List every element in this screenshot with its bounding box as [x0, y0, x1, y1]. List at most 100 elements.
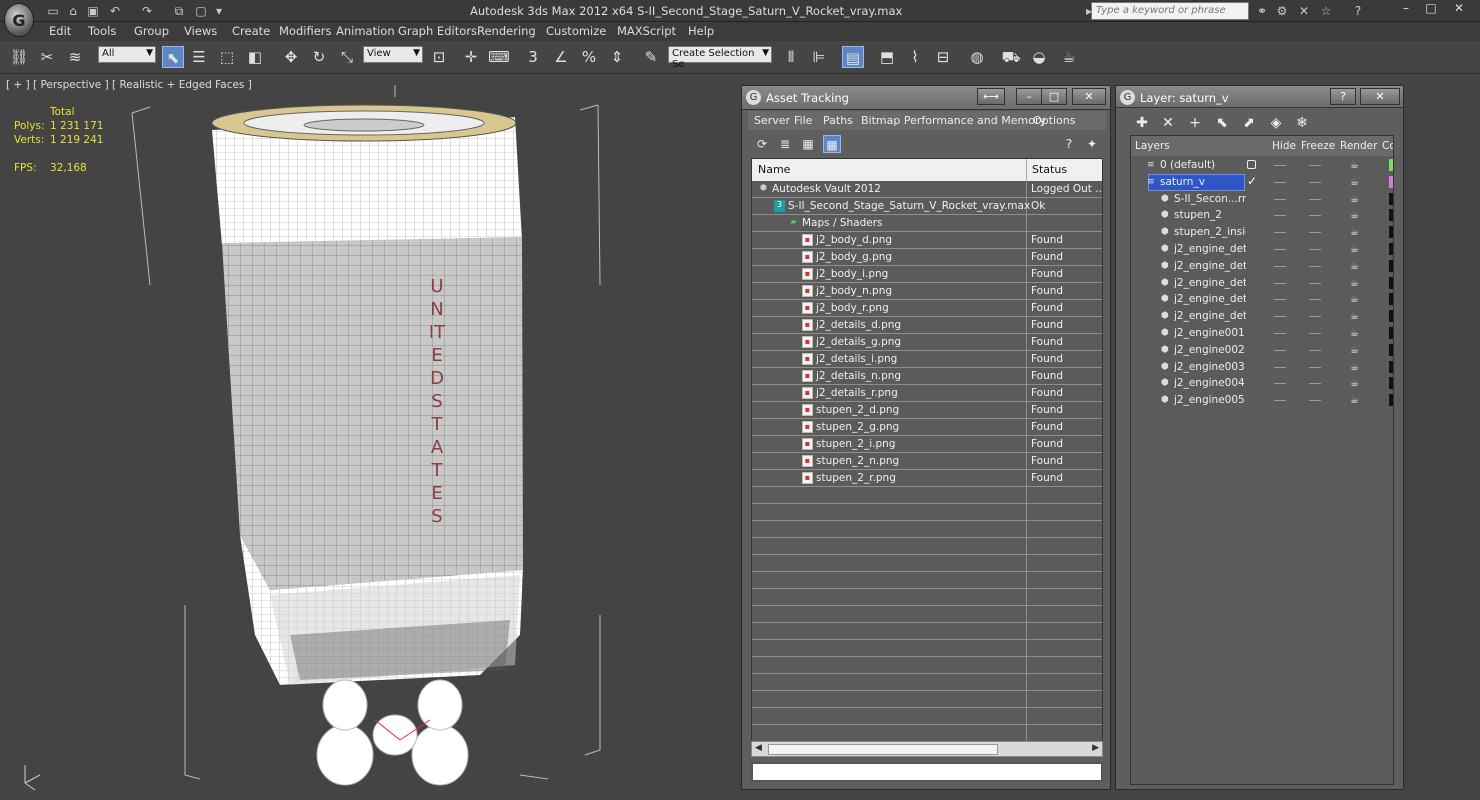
asset-row[interactable]: ▪ stupen_2_n.png Found — [752, 453, 1102, 470]
close-icon[interactable]: ✕ — [1448, 0, 1470, 16]
layer-name[interactable]: j2_engine005 — [1174, 394, 1246, 406]
layer-row[interactable]: ⬢ S-II_Secon...rn_ ☕ — [1131, 191, 1393, 208]
render-teapot-icon[interactable]: ☕ — [1350, 345, 1359, 356]
menu-graph-editors[interactable]: Graph Editors — [398, 24, 477, 38]
unlink-icon[interactable]: ✂ — [36, 46, 58, 68]
percent-snap-icon[interactable]: % — [578, 46, 600, 68]
asset-tracking-titlebar[interactable]: G Asset Tracking ⟷ – □ ✕ — [742, 86, 1110, 110]
asset-row[interactable] — [752, 640, 1102, 657]
create-new-layer-icon[interactable]: ✚ — [1132, 113, 1152, 133]
render-teapot-icon[interactable]: ☕ — [1350, 160, 1359, 171]
asset-row[interactable] — [752, 504, 1102, 521]
asset-row[interactable] — [752, 691, 1102, 708]
layer-row[interactable]: ⬢ j2_engine004 ☕ — [1131, 375, 1393, 392]
minimize-icon[interactable]: – — [1395, 0, 1417, 16]
layer-name[interactable]: j2_engine_detail — [1174, 243, 1246, 255]
menu-create[interactable]: Create — [232, 24, 270, 38]
project-folder-icon[interactable]: ▢ — [192, 3, 210, 19]
layer-row[interactable]: ≡ 0 (default) ☕ — [1131, 157, 1393, 174]
hide-toggle[interactable] — [1274, 316, 1286, 318]
column-freeze-header[interactable]: Freeze — [1301, 140, 1335, 152]
menu-customize[interactable]: Customize — [546, 24, 606, 38]
open-file-icon[interactable]: ⌂ — [64, 3, 82, 19]
layer-color-swatch[interactable] — [1389, 259, 1393, 272]
freeze-toggle[interactable] — [1309, 316, 1321, 318]
hide-toggle[interactable] — [1274, 366, 1286, 368]
angle-snap-icon[interactable]: ∠ — [550, 46, 572, 68]
asset-row[interactable] — [752, 657, 1102, 674]
layer-row[interactable]: ⬢ j2_engine005 ☕ — [1131, 392, 1393, 409]
asset-help-icon[interactable]: ? — [1060, 135, 1078, 153]
column-color-header[interactable]: Co — [1382, 140, 1393, 152]
asset-row[interactable] — [752, 538, 1102, 555]
layer-color-swatch[interactable] — [1389, 175, 1393, 188]
layer-row[interactable]: ⬢ j2_engine_detail ☕ — [1131, 291, 1393, 308]
align-icon[interactable]: ⊫ — [808, 46, 830, 68]
render-setup-icon[interactable]: ⛟ — [1000, 46, 1022, 68]
layer-row[interactable]: ⬢ j2_engine_detail ☕ — [1131, 241, 1393, 258]
select-and-rotate-icon[interactable]: ↻ — [308, 46, 330, 68]
layer-help-icon[interactable]: ? — [1330, 88, 1356, 105]
asset-row[interactable]: ▪ j2_body_r.png Found — [752, 300, 1102, 317]
layer-row[interactable]: ≡ saturn_v ✓ ☕ — [1131, 173, 1393, 191]
asset-row[interactable]: ▰ Maps / Shaders — [752, 215, 1102, 232]
hide-toggle[interactable] — [1274, 299, 1286, 301]
binoculars-icon[interactable]: ⚭ — [1254, 3, 1270, 19]
layer-name[interactable]: j2_engine_detail — [1174, 260, 1246, 272]
render-teapot-icon[interactable]: ☕ — [1350, 244, 1359, 255]
redo-icon[interactable]: ↷ — [138, 3, 156, 19]
asset-row[interactable]: ⬢ Autodesk Vault 2012 Logged Out ... — [752, 181, 1102, 198]
asset-row[interactable] — [752, 606, 1102, 623]
asset-row[interactable] — [752, 521, 1102, 538]
freeze-toggle[interactable] — [1309, 349, 1321, 351]
freeze-toggle[interactable] — [1309, 383, 1321, 385]
new-file-icon[interactable]: ▭ — [44, 3, 62, 19]
select-objects-in-layer-icon[interactable]: ⬉ — [1212, 113, 1232, 133]
asset-row[interactable] — [752, 572, 1102, 589]
asset-minimize-icon[interactable]: – — [1016, 88, 1042, 105]
asset-row[interactable]: ▪ j2_details_r.png Found — [752, 385, 1102, 402]
freeze-toggle[interactable] — [1309, 366, 1321, 368]
layer-row[interactable]: ⬢ j2_engine_detail ☕ — [1131, 258, 1393, 275]
render-teapot-icon[interactable]: ☕ — [1350, 395, 1359, 406]
render-teapot-icon[interactable]: ☕ — [1350, 194, 1359, 205]
asset-row[interactable] — [752, 674, 1102, 691]
asset-row[interactable] — [752, 623, 1102, 640]
menu-animation[interactable]: Animation — [336, 24, 395, 38]
layer-color-swatch[interactable] — [1389, 327, 1393, 339]
maximize-icon[interactable]: □ — [1420, 0, 1442, 16]
hide-unhide-all-icon[interactable]: ◈ — [1266, 113, 1286, 133]
menu-group[interactable]: Group — [134, 24, 169, 38]
select-and-scale-icon[interactable]: ⤡ — [336, 46, 358, 68]
asset-menu-server[interactable]: Server — [754, 114, 790, 127]
hide-toggle[interactable] — [1274, 198, 1286, 200]
layer-color-swatch[interactable] — [1389, 343, 1393, 356]
render-teapot-icon[interactable]: ☕ — [1350, 294, 1359, 305]
spinner-snap-icon[interactable]: ⇕ — [606, 46, 628, 68]
layer-row[interactable]: ⬢ stupen_2 ☕ — [1131, 207, 1393, 224]
add-selected-to-layer-icon[interactable]: + — [1185, 113, 1205, 133]
freeze-toggle[interactable] — [1309, 249, 1321, 250]
layer-row[interactable]: ⬢ j2_engine002 ☕ — [1131, 342, 1393, 359]
hide-toggle[interactable] — [1274, 400, 1286, 402]
column-hide-header[interactable]: Hide — [1272, 140, 1296, 152]
scrollbar-thumb[interactable] — [768, 744, 998, 755]
render-teapot-icon[interactable]: ☕ — [1350, 278, 1359, 289]
freeze-unfreeze-all-icon[interactable]: ❄ — [1292, 113, 1312, 133]
render-teapot-icon[interactable]: ☕ — [1350, 227, 1359, 238]
menu-maxscript[interactable]: MAXScript — [617, 24, 676, 38]
select-and-move-icon[interactable]: ✥ — [280, 46, 302, 68]
asset-row[interactable] — [752, 725, 1102, 742]
layer-color-swatch[interactable] — [1389, 276, 1393, 289]
hide-toggle[interactable] — [1274, 282, 1286, 284]
column-status-header[interactable]: Status — [1032, 163, 1067, 176]
delete-layer-icon[interactable]: ✕ — [1158, 113, 1178, 133]
layer-color-swatch[interactable] — [1389, 310, 1393, 323]
hide-toggle[interactable] — [1274, 333, 1286, 334]
render-teapot-icon[interactable]: ☕ — [1350, 378, 1359, 389]
asset-row[interactable]: ▪ j2_details_i.png Found — [752, 351, 1102, 368]
menu-help[interactable]: Help — [688, 24, 714, 38]
hide-toggle[interactable] — [1274, 383, 1286, 385]
column-layers-header[interactable]: Layers — [1135, 140, 1170, 152]
layer-name[interactable]: saturn_v — [1160, 176, 1244, 188]
